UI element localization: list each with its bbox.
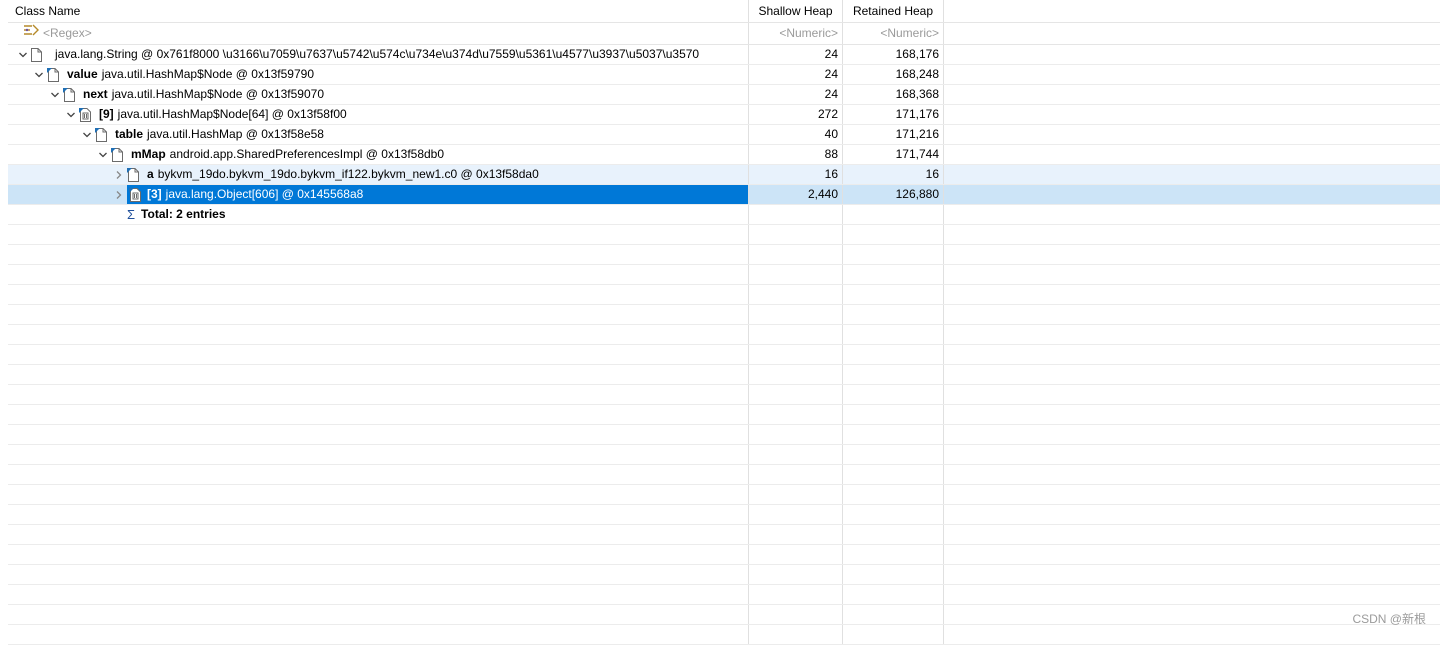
csdn-watermark: CSDN @新根	[1352, 612, 1426, 626]
table-row[interactable]: a bykvm_19do.bykvm_19do.bykvm_if122.bykvm…	[8, 165, 1440, 185]
array-icon	[129, 187, 143, 203]
chevron-down-icon[interactable]	[31, 65, 47, 84]
array-icon	[79, 107, 93, 123]
shallow-heap-cell: 88	[749, 145, 843, 164]
retained-heap-cell: 168,176	[843, 45, 944, 64]
empty-row	[8, 505, 1440, 525]
chevron-down-icon[interactable]	[79, 125, 95, 144]
shallow-heap-cell: 24	[749, 45, 843, 64]
row-label: mMap android.app.SharedPreferencesImpl @ …	[131, 147, 445, 161]
chevron-down-icon[interactable]	[47, 85, 63, 104]
chevron-right-icon[interactable]	[111, 185, 127, 204]
empty-row	[8, 385, 1440, 405]
row-label: value java.util.HashMap$Node @ 0x13f59790	[67, 67, 315, 81]
empty-row	[8, 245, 1440, 265]
column-header-filler	[944, 0, 1440, 22]
object-icon	[111, 147, 125, 163]
empty-row	[8, 265, 1440, 285]
filter-filler	[944, 23, 1440, 44]
class-name-filter-placeholder: <Regex>	[43, 26, 92, 40]
retained-heap-cell: 171,744	[843, 145, 944, 164]
empty-row	[8, 545, 1440, 565]
column-header-retained-heap[interactable]: Retained Heap	[843, 0, 944, 22]
retained-heap-cell: 171,216	[843, 125, 944, 144]
heap-tree-table: Class Name Shallow Heap Retained Heap <R…	[8, 0, 1440, 645]
empty-row	[8, 225, 1440, 245]
shallow-heap-cell: 272	[749, 105, 843, 124]
empty-row	[8, 525, 1440, 545]
table-header: Class Name Shallow Heap Retained Heap	[8, 0, 1440, 23]
row-label: java.lang.String @ 0x761f8000 \u3166\u70…	[55, 47, 700, 61]
table-row[interactable]: mMap android.app.SharedPreferencesImpl @ …	[8, 145, 1440, 165]
empty-row	[8, 405, 1440, 425]
row-label: table java.util.HashMap @ 0x13f58e58	[115, 127, 324, 141]
retained-heap-cell: 168,248	[843, 65, 944, 84]
shallow-heap-cell: 2,440	[749, 185, 843, 204]
shallow-heap-cell: 24	[749, 65, 843, 84]
empty-row	[8, 605, 1440, 625]
empty-row	[8, 565, 1440, 585]
object-icon	[127, 167, 141, 183]
row-label: next java.util.HashMap$Node @ 0x13f59070	[83, 87, 325, 101]
empty-row	[8, 465, 1440, 485]
shallow-heap-cell: 24	[749, 85, 843, 104]
row-label-selected: [3] java.lang.Object[606] @ 0x145568a8	[127, 185, 748, 204]
empty-row	[8, 285, 1440, 305]
shallow-heap-filter[interactable]: <Numeric>	[749, 23, 843, 44]
empty-row	[8, 325, 1440, 345]
row-label: a bykvm_19do.bykvm_19do.bykvm_if122.bykvm…	[147, 167, 539, 181]
retained-heap-cell: 171,176	[843, 105, 944, 124]
class-name-filter[interactable]: <Regex>	[8, 23, 749, 44]
column-header-class-name[interactable]: Class Name	[8, 0, 749, 22]
table-row[interactable]: java.lang.String @ 0x761f8000 \u3166\u70…	[8, 45, 1440, 65]
chevron-down-icon[interactable]	[15, 45, 31, 64]
regex-filter-icon	[23, 23, 39, 44]
empty-row	[8, 625, 1440, 645]
empty-row	[8, 445, 1440, 465]
table-row[interactable]: table java.util.HashMap @ 0x13f58e58 40 1…	[8, 125, 1440, 145]
object-icon	[31, 47, 45, 63]
chevron-right-icon[interactable]	[111, 165, 127, 184]
filter-row: <Regex> <Numeric> <Numeric>	[8, 23, 1440, 45]
chevron-down-icon[interactable]	[95, 145, 111, 164]
column-header-shallow-heap[interactable]: Shallow Heap	[749, 0, 843, 22]
table-row-selected[interactable]: [3] java.lang.Object[606] @ 0x145568a8 2,…	[8, 185, 1440, 205]
empty-row	[8, 425, 1440, 445]
object-icon	[63, 87, 77, 103]
retained-heap-filter[interactable]: <Numeric>	[843, 23, 944, 44]
retained-heap-cell: 168,368	[843, 85, 944, 104]
retained-heap-cell: 16	[843, 165, 944, 184]
shallow-heap-cell: 16	[749, 165, 843, 184]
table-row[interactable]: [9] java.util.HashMap$Node[64] @ 0x13f58f…	[8, 105, 1440, 125]
object-icon	[47, 67, 61, 83]
total-entries-label: Total: 2 entries	[141, 207, 226, 221]
object-icon	[95, 127, 109, 143]
table-row[interactable]: value java.util.HashMap$Node @ 0x13f59790…	[8, 65, 1440, 85]
empty-row	[8, 585, 1440, 605]
total-row: Σ Total: 2 entries	[8, 205, 1440, 225]
table-row[interactable]: next java.util.HashMap$Node @ 0x13f59070 …	[8, 85, 1440, 105]
row-label: [9] java.util.HashMap$Node[64] @ 0x13f58f…	[99, 107, 347, 121]
empty-row	[8, 345, 1440, 365]
shallow-heap-cell: 40	[749, 125, 843, 144]
empty-row	[8, 485, 1440, 505]
chevron-down-icon[interactable]	[63, 105, 79, 124]
empty-row	[8, 365, 1440, 385]
retained-heap-cell: 126,880	[843, 185, 944, 204]
sum-icon: Σ	[127, 207, 136, 222]
empty-row	[8, 305, 1440, 325]
